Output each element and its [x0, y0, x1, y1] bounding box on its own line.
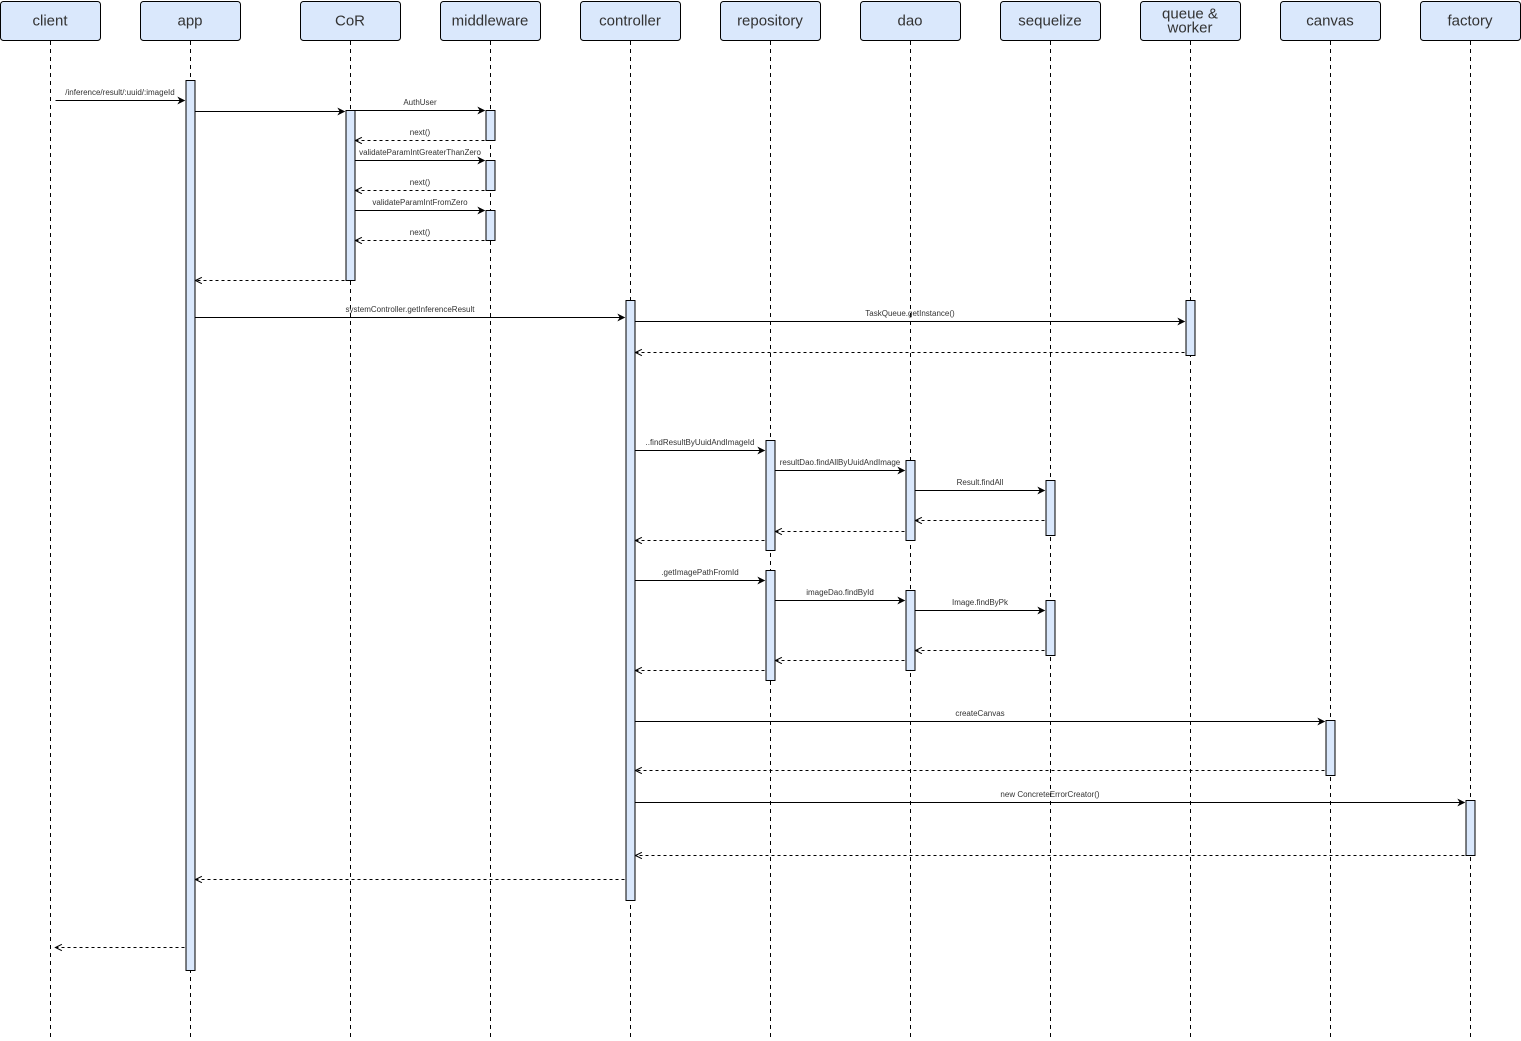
- message-label: next(): [410, 228, 431, 237]
- participant-controller: controller: [580, 1, 681, 41]
- participant-label: CoR: [335, 13, 365, 30]
- message-label: Result.findAll: [957, 478, 1004, 487]
- participant-queue: queue &worker: [1140, 1, 1241, 41]
- participant-label: controller: [599, 13, 661, 30]
- message-error-creator: new ConcreteErrorCreator(): [635, 790, 1466, 807]
- message-label: Image.findByPk: [952, 598, 1009, 607]
- activation-bar-repository: [765, 570, 776, 681]
- participant-label: sequelize: [1018, 13, 1081, 30]
- participant-label: worker: [1166, 20, 1212, 37]
- message-find-result: ..findResultByUuidAndImageId: [635, 438, 766, 455]
- message-image-dao: imageDao.findById: [775, 588, 906, 605]
- lifelines: [50, 41, 1471, 1041]
- message-label: next(): [410, 178, 431, 187]
- message-image-findbypk: Image.findByPk: [915, 598, 1046, 615]
- activation-bar-queue: [1185, 300, 1196, 356]
- participant-label: client: [32, 13, 68, 30]
- message-validate-greater: validateParamIntGreaterThanZero: [355, 148, 486, 165]
- activation-bar-middleware: [485, 160, 496, 191]
- message-result-findall: Result.findAll: [915, 478, 1046, 495]
- message-auth-user: AuthUser: [355, 98, 486, 115]
- participant-label: middleware: [452, 13, 529, 30]
- message-get-inference-result: systemController.getInferenceResult: [195, 305, 626, 322]
- activation-bar-dao: [905, 590, 916, 671]
- message-label: AuthUser: [403, 98, 437, 107]
- participants: client app CoR middleware controller reposito…: [0, 1, 1521, 41]
- participant-label: repository: [737, 13, 803, 30]
- activation-bars: [185, 80, 1476, 971]
- message-label: systemController.getInferenceResult: [346, 305, 476, 314]
- activation-bar-repository: [765, 440, 776, 551]
- message-label: ..findResultByUuidAndImageId: [646, 438, 755, 447]
- sequence-diagram: /inference/result/:uuid/:imageId AuthUser…: [0, 1, 1521, 1041]
- message-request: /inference/result/:uuid/:imageId: [55, 88, 186, 105]
- activation-bar-cor: [345, 110, 356, 281]
- participant-client: client: [0, 1, 101, 41]
- message-label: resultDao.findAllByUuidAndImage: [780, 458, 901, 467]
- message-next-2: next(): [356, 178, 485, 191]
- message-task-queue: TaskQueue.getInstance(): [635, 309, 1186, 326]
- message-next-1: next(): [356, 128, 485, 141]
- message-result-dao: resultDao.findAllByUuidAndImage: [775, 458, 906, 475]
- activation-bar-controller: [625, 300, 636, 901]
- participant-canvas: canvas: [1280, 1, 1381, 41]
- participant-label: app: [177, 13, 202, 30]
- messages: /inference/result/:uuid/:imageId AuthUser…: [55, 88, 1466, 948]
- message-label: /inference/result/:uuid/:imageId: [65, 88, 174, 97]
- participant-repository: repository: [720, 1, 821, 41]
- activation-bar-sequelize: [1045, 480, 1056, 536]
- participant-label: dao: [897, 13, 922, 30]
- message-label: TaskQueue.getInstance(): [865, 309, 955, 318]
- message-validate-from-zero: validateParamIntFromZero: [355, 198, 486, 215]
- participant-app: app: [140, 1, 241, 41]
- participant-dao: dao: [860, 1, 961, 41]
- activation-bar-middleware: [485, 110, 496, 141]
- activation-bar-app: [185, 80, 196, 971]
- participant-label: canvas: [1306, 13, 1354, 30]
- message-label: imageDao.findById: [806, 588, 874, 597]
- activation-bar-factory: [1465, 800, 1476, 856]
- activation-bar-sequelize: [1045, 600, 1056, 656]
- participant-factory: factory: [1420, 1, 1521, 41]
- message-label: .getImagePathFromId: [661, 568, 738, 577]
- message-label: validateParamIntFromZero: [372, 198, 468, 207]
- participant-middleware: middleware: [440, 1, 541, 41]
- participant-label: factory: [1447, 13, 1493, 30]
- message-label: createCanvas: [955, 709, 1004, 718]
- participant-cor: CoR: [300, 1, 401, 41]
- message-label: next(): [410, 128, 431, 137]
- participant-sequelize: sequelize: [1000, 1, 1101, 41]
- message-label: new ConcreteErrorCreator(): [1000, 790, 1099, 799]
- message-create-canvas: createCanvas: [635, 709, 1326, 726]
- activation-bar-canvas: [1325, 720, 1336, 776]
- message-next-3: next(): [356, 228, 485, 241]
- activation-bar-dao: [905, 460, 916, 541]
- activation-bar-middleware: [485, 210, 496, 241]
- message-get-image-path: .getImagePathFromId: [635, 568, 766, 585]
- message-label: validateParamIntGreaterThanZero: [359, 148, 481, 157]
